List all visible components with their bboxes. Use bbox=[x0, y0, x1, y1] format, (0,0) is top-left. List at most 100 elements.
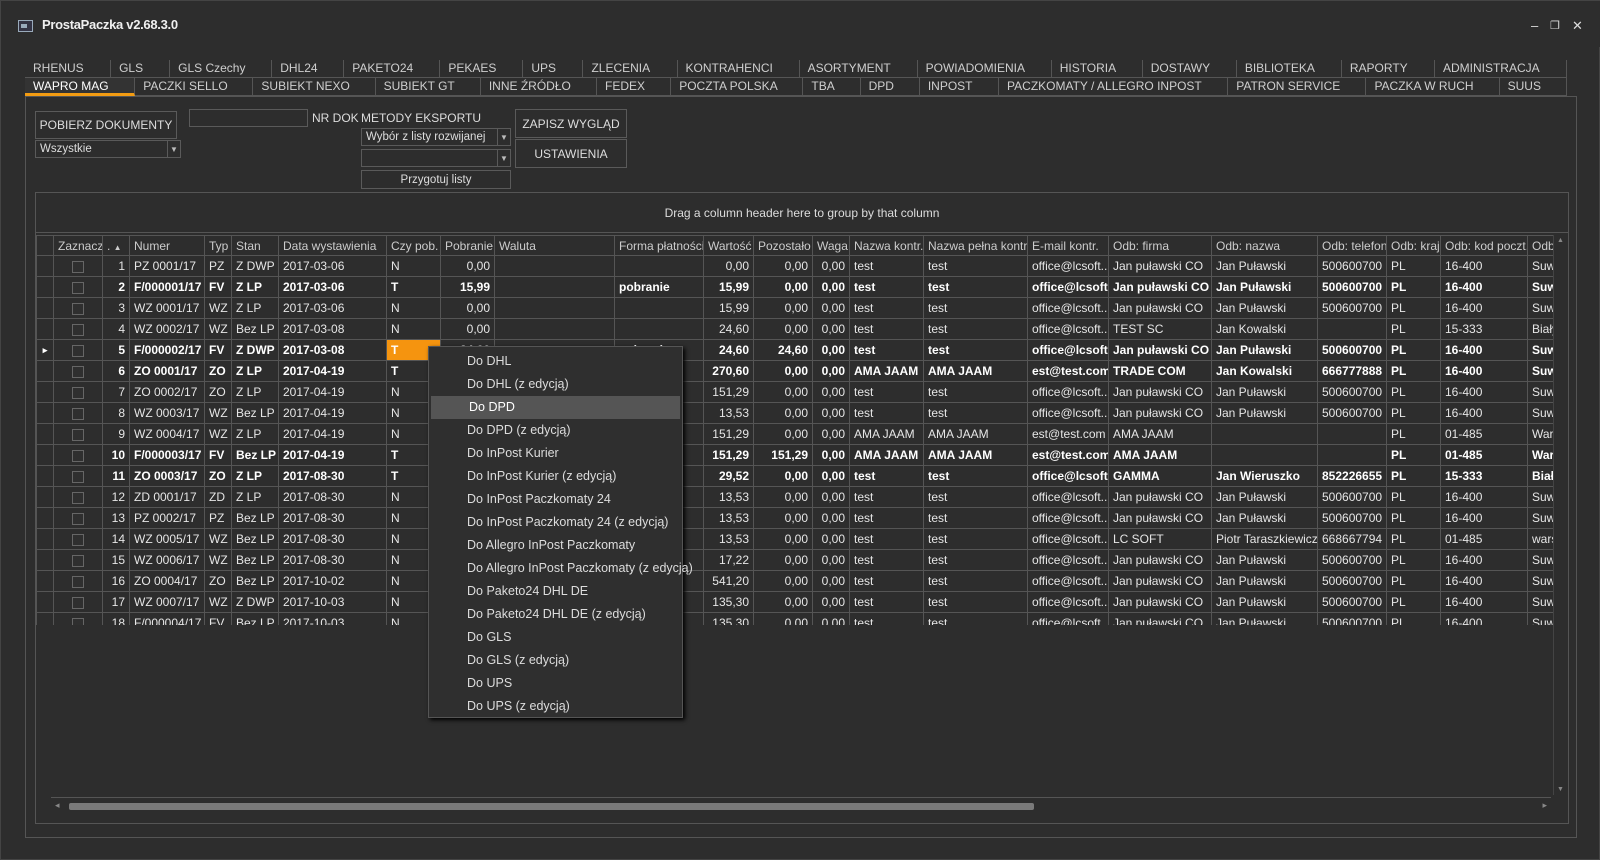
select-cell[interactable] bbox=[53, 339, 103, 361]
select-cell[interactable] bbox=[53, 360, 103, 382]
select-cell[interactable] bbox=[53, 486, 103, 508]
tab-inpost[interactable]: INPOST bbox=[920, 78, 1000, 96]
menu-item-do-dpd[interactable]: Do DPD bbox=[431, 396, 680, 419]
document-filter-select[interactable]: Wszystkie ▼ bbox=[35, 140, 181, 158]
tab-paketo24[interactable]: PAKETO24 bbox=[344, 60, 441, 78]
column-header-data-wystawienia[interactable]: Data wystawienia bbox=[278, 235, 387, 256]
column-header-odb-nazwa[interactable]: Odb: nazwa bbox=[1211, 235, 1318, 256]
table-row[interactable]: 18 F/000004/17 FV Bez LP 2017-10-03 N 135,30 0,… bbox=[36, 612, 1553, 625]
tab-paczka-w-ruch[interactable]: PACZKA W RUCH bbox=[1366, 78, 1500, 96]
row-checkbox[interactable] bbox=[72, 428, 84, 441]
table-row[interactable]: 1 PZ 0001/17 PZ Z DWP 2017-03-06 N 0,00 0,00 0,0… bbox=[36, 255, 1553, 277]
row-checkbox[interactable] bbox=[72, 281, 84, 294]
tab-paczkomaty-allegro-inpost[interactable]: PACZKOMATY / ALLEGRO INPOST bbox=[999, 78, 1229, 96]
table-row[interactable]: 2 F/000001/17 FV Z LP 2017-03-06 T 15,99 pobran… bbox=[36, 276, 1553, 298]
column-header-e-mail-kontr[interactable]: E-mail kontr. bbox=[1027, 235, 1109, 256]
menu-item-do-inpost-paczkomaty-24-z-edycja[interactable]: Do InPost Paczkomaty 24 (z edycją) bbox=[429, 511, 682, 534]
settings-button[interactable]: USTAWIENIA bbox=[515, 139, 627, 168]
row-checkbox[interactable] bbox=[72, 260, 84, 273]
column-header-col0[interactable] bbox=[36, 235, 54, 256]
export-method-select[interactable]: Wybór z listy rozwijanej ▼ bbox=[361, 128, 511, 146]
fetch-documents-button[interactable]: POBIERZ DOKUMENTY bbox=[35, 111, 177, 139]
column-header-nazwa-pelna-kontr[interactable]: Nazwa pełna kontr. bbox=[923, 235, 1028, 256]
export-secondary-select[interactable]: ▼ bbox=[361, 149, 511, 167]
tab-dhl24[interactable]: DHL24 bbox=[272, 60, 345, 78]
table-row[interactable]: 8 WZ 0003/17 WZ Bez LP 2017-04-19 N 13,53 0,00 0… bbox=[36, 402, 1553, 424]
column-header-odb-telefon[interactable]: Odb: telefon bbox=[1317, 235, 1387, 256]
table-row[interactable]: 3 WZ 0001/17 WZ Z LP 2017-03-06 N 0,00 15,99 0,0… bbox=[36, 297, 1553, 319]
tab-suus[interactable]: SUUS bbox=[1500, 78, 1567, 96]
table-row[interactable]: 16 ZO 0004/17 ZO Bez LP 2017-10-02 N 541,20 0,0… bbox=[36, 570, 1553, 592]
row-checkbox[interactable] bbox=[72, 470, 84, 483]
column-header-col2[interactable]: . ▲ bbox=[102, 235, 130, 256]
select-cell[interactable] bbox=[53, 549, 103, 571]
scroll-left-icon[interactable]: ◂ bbox=[55, 800, 60, 811]
select-cell[interactable] bbox=[53, 612, 103, 625]
tab-gls[interactable]: GLS bbox=[111, 60, 171, 78]
table-row[interactable]: 7 ZO 0002/17 ZO Z LP 2017-04-19 N 151,29 0,00 0,… bbox=[36, 381, 1553, 403]
menu-item-do-allegro-inpost-paczkomaty[interactable]: Do Allegro InPost Paczkomaty bbox=[429, 534, 682, 557]
tab-tba[interactable]: TBA bbox=[803, 78, 861, 96]
select-cell[interactable] bbox=[53, 528, 103, 550]
row-checkbox[interactable] bbox=[72, 323, 84, 336]
vertical-scrollbar[interactable]: ▲ ▼ bbox=[1553, 235, 1568, 795]
row-checkbox[interactable] bbox=[72, 302, 84, 315]
select-cell[interactable] bbox=[53, 591, 103, 613]
menu-item-do-gls[interactable]: Do GLS bbox=[429, 626, 682, 649]
tab-patron-service[interactable]: PATRON SERVICE bbox=[1228, 78, 1367, 96]
row-checkbox[interactable] bbox=[72, 533, 84, 546]
menu-item-do-ups-z-edycja[interactable]: Do UPS (z edycją) bbox=[429, 695, 682, 718]
menu-item-do-inpost-kurier-z-edycja[interactable]: Do InPost Kurier (z edycją) bbox=[429, 465, 682, 488]
menu-item-do-inpost-paczkomaty-24[interactable]: Do InPost Paczkomaty 24 bbox=[429, 488, 682, 511]
tab-dostawy[interactable]: DOSTAWY bbox=[1143, 60, 1237, 78]
prepare-lists-button[interactable]: Przygotuj listy bbox=[361, 170, 511, 189]
row-checkbox[interactable] bbox=[72, 617, 84, 625]
table-row[interactable]: 9 WZ 0004/17 WZ Z LP 2017-04-19 N 151,29 0,00 0,… bbox=[36, 423, 1553, 445]
tab-pekaes[interactable]: PEKAES bbox=[440, 60, 524, 78]
column-header-waga[interactable]: Waga bbox=[812, 235, 850, 256]
column-header-odb-kraj[interactable]: Odb: kraj bbox=[1386, 235, 1441, 256]
tab-wapro-mag[interactable]: WAPRO MAG bbox=[25, 78, 136, 96]
group-by-hint[interactable]: Drag a column header here to group by th… bbox=[36, 193, 1568, 233]
column-header-waluta[interactable]: Waluta bbox=[494, 235, 615, 256]
menu-item-do-dhl[interactable]: Do DHL bbox=[429, 350, 682, 373]
menu-item-do-paketo24-dhl-de-z-edycja[interactable]: Do Paketo24 DHL DE (z edycją) bbox=[429, 603, 682, 626]
table-row[interactable]: 15 WZ 0006/17 WZ Bez LP 2017-08-30 N 17,22 0,00… bbox=[36, 549, 1553, 571]
column-header-numer[interactable]: Numer bbox=[129, 235, 205, 256]
column-header-typ[interactable]: Typ bbox=[204, 235, 232, 256]
table-row[interactable]: 11 ZO 0003/17 ZO Z LP 2017-08-30 T 29,52 0,00 0,… bbox=[36, 465, 1553, 487]
table-row[interactable]: 13 PZ 0002/17 PZ Bez LP 2017-08-30 N 13,53 0,00… bbox=[36, 507, 1553, 529]
select-cell[interactable] bbox=[53, 444, 103, 466]
column-header-odb-kod-poczt[interactable]: Odb: kod poczt. bbox=[1440, 235, 1528, 256]
row-checkbox[interactable] bbox=[72, 512, 84, 525]
tab-paczki-sello[interactable]: PACZKI SELLO bbox=[135, 78, 254, 96]
menu-item-do-gls-z-edycja[interactable]: Do GLS (z edycją) bbox=[429, 649, 682, 672]
column-header-czy-pob[interactable]: Czy pob. bbox=[386, 235, 441, 256]
horizontal-scrollbar[interactable]: ◂ ▸ bbox=[51, 797, 1551, 815]
tab-subiekt-nexo[interactable]: SUBIEKT NEXO bbox=[253, 78, 376, 96]
tab-kontrahenci[interactable]: KONTRAHENCI bbox=[678, 60, 800, 78]
restore-icon[interactable]: ❐ bbox=[1550, 19, 1560, 33]
table-row[interactable]: 17 WZ 0007/17 WZ Z DWP 2017-10-03 N 135,30 0,00… bbox=[36, 591, 1553, 613]
menu-item-do-inpost-kurier[interactable]: Do InPost Kurier bbox=[429, 442, 682, 465]
select-cell[interactable] bbox=[53, 318, 103, 340]
tab-biblioteka[interactable]: BIBLIOTEKA bbox=[1237, 60, 1342, 78]
tab-powiadomienia[interactable]: POWIADOMIENIA bbox=[918, 60, 1052, 78]
column-header-forma-platnosci[interactable]: Forma płatności bbox=[614, 235, 704, 256]
row-checkbox[interactable] bbox=[72, 554, 84, 567]
tab-dpd[interactable]: DPD bbox=[861, 78, 920, 96]
close-icon[interactable]: ✕ bbox=[1572, 19, 1583, 33]
row-checkbox[interactable] bbox=[72, 407, 84, 420]
scroll-right-icon[interactable]: ▸ bbox=[1542, 800, 1547, 811]
minimize-icon[interactable]: – bbox=[1531, 19, 1538, 33]
row-checkbox[interactable] bbox=[72, 386, 84, 399]
table-row[interactable]: 14 WZ 0005/17 WZ Bez LP 2017-08-30 N 13,53 0,00… bbox=[36, 528, 1553, 550]
select-cell[interactable] bbox=[53, 507, 103, 529]
select-cell[interactable] bbox=[53, 402, 103, 424]
column-header-stan[interactable]: Stan bbox=[231, 235, 279, 256]
column-header-zaznacz[interactable]: Zaznacz bbox=[53, 235, 103, 256]
scroll-up-icon[interactable]: ▲ bbox=[1557, 237, 1564, 244]
tab-poczta-polska[interactable]: POCZTA POLSKA bbox=[671, 78, 804, 96]
select-cell[interactable] bbox=[53, 381, 103, 403]
menu-item-do-allegro-inpost-paczkomaty-z-edycja[interactable]: Do Allegro InPost Paczkomaty (z edycją) bbox=[429, 557, 693, 580]
